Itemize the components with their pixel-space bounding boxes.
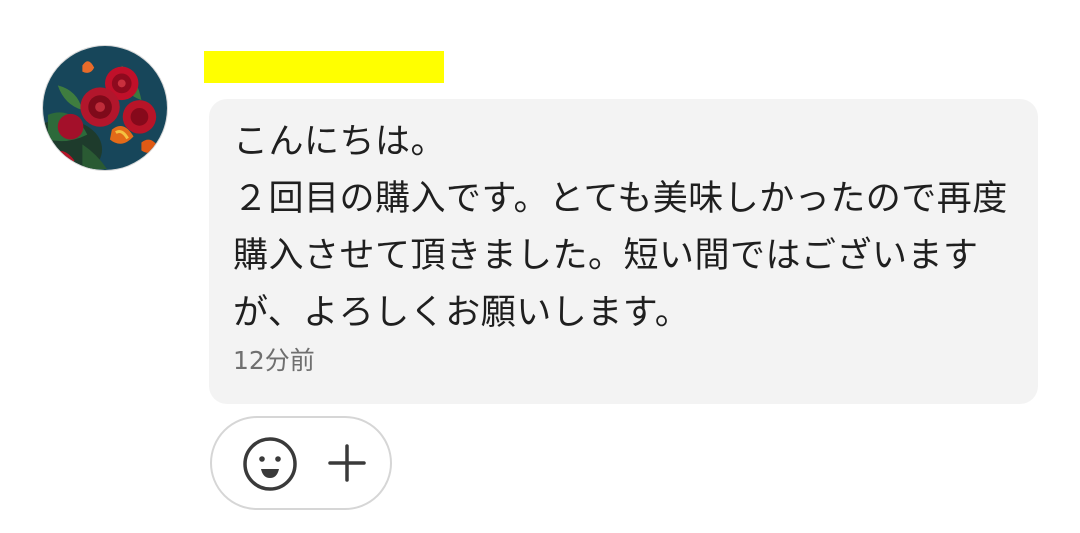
sender-name-text xyxy=(204,51,444,83)
message-timestamp: 12分前 xyxy=(233,346,315,375)
message-text: こんにちは。 ２回目の購入です。とても美味しかったので再度購入させて頂きました。… xyxy=(233,122,1008,333)
plus-icon xyxy=(328,444,366,482)
reaction-bar xyxy=(210,416,392,510)
smiley-face-icon xyxy=(243,437,297,491)
flower-bouquet-avatar-image xyxy=(43,46,167,170)
add-reaction-button[interactable] xyxy=(242,436,298,492)
avatar[interactable] xyxy=(42,45,168,171)
more-reactions-button[interactable] xyxy=(324,440,370,486)
sender-name xyxy=(204,51,444,83)
message-bubble[interactable]: こんにちは。 ２回目の購入です。とても美味しかったので再度購入させて頂きました。… xyxy=(209,99,1038,404)
